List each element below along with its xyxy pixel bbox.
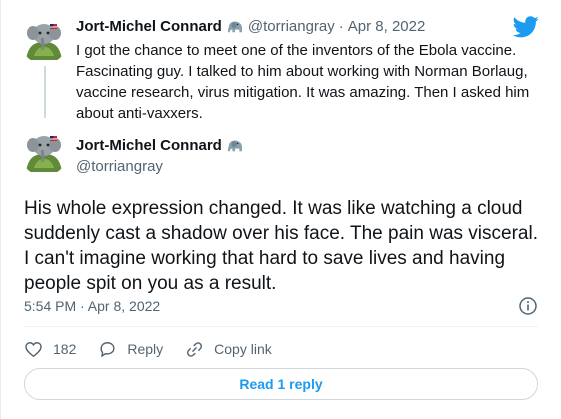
twitter-bird-icon[interactable] — [513, 16, 539, 38]
author-name[interactable]: Jort-Michel Connard — [76, 137, 222, 154]
reply-label: Reply — [127, 341, 164, 357]
info-icon[interactable] — [518, 296, 538, 316]
tweet-embed-card: Jort-Michel Connard @torriangray · Apr 8… — [0, 0, 561, 419]
reply-bubble-icon — [100, 341, 115, 357]
thread-connector-line — [44, 66, 46, 118]
card-edge — [0, 0, 1, 419]
parent-tweet-header: Jort-Michel Connard @torriangray · Apr 8… — [76, 18, 425, 35]
tweet-timestamp[interactable]: 5:54 PM · Apr 8, 2022 — [24, 298, 160, 314]
copy-link-label: Copy link — [214, 341, 272, 357]
like-count: 182 — [53, 341, 77, 357]
action-bar: 182 Reply Copy link — [24, 338, 294, 360]
author-name-row: Jort-Michel Connard — [76, 137, 248, 154]
parent-author-name[interactable]: Jort-Michel Connard — [76, 18, 222, 35]
parent-date[interactable]: Apr 8, 2022 — [348, 18, 426, 35]
divider — [24, 326, 538, 327]
author-handle[interactable]: @torriangray — [76, 158, 163, 175]
read-replies-label: Read 1 reply — [239, 376, 323, 392]
heart-icon — [25, 341, 42, 357]
reply-button[interactable]: Reply — [98, 340, 163, 359]
tweet-text: His whole expression changed. It was lik… — [24, 198, 538, 294]
parent-tweet-text: I got the chance to meet one of the inve… — [76, 42, 530, 122]
read-replies-button[interactable]: Read 1 reply — [24, 368, 538, 400]
elephant-emoji-icon — [227, 140, 242, 151]
parent-handle[interactable]: @torriangray — [248, 18, 335, 35]
elephant-emoji-icon — [227, 21, 242, 32]
header-separator: · — [338, 18, 344, 35]
parent-avatar[interactable] — [20, 16, 68, 64]
author-avatar[interactable] — [20, 128, 68, 176]
copy-link-button[interactable]: Copy link — [185, 340, 272, 359]
link-icon — [187, 341, 203, 357]
like-button[interactable]: 182 — [24, 340, 76, 359]
